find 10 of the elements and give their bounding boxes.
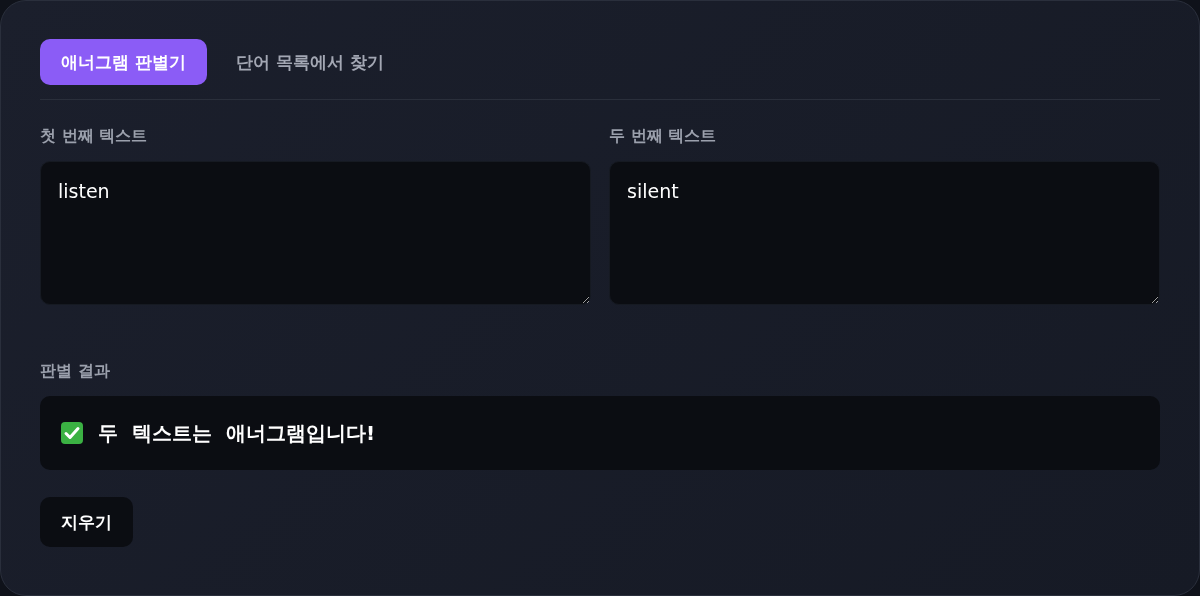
clear-button[interactable]: 지우기	[40, 497, 133, 547]
result-message: 두 텍스트는 애너그램입니다!	[98, 419, 376, 447]
tab[interactable]: 애너그램 판별기	[40, 39, 207, 85]
tab[interactable]: 단어 목록에서 찾기	[214, 39, 405, 85]
input-field[interactable]: silent	[609, 161, 1160, 305]
field-label: 두 번째 텍스트	[609, 126, 718, 147]
input-field[interactable]: listen	[40, 161, 591, 305]
check-icon	[60, 421, 84, 445]
result-label: 판별 결과	[40, 361, 111, 382]
field-label: 첫 번째 텍스트	[40, 126, 149, 147]
